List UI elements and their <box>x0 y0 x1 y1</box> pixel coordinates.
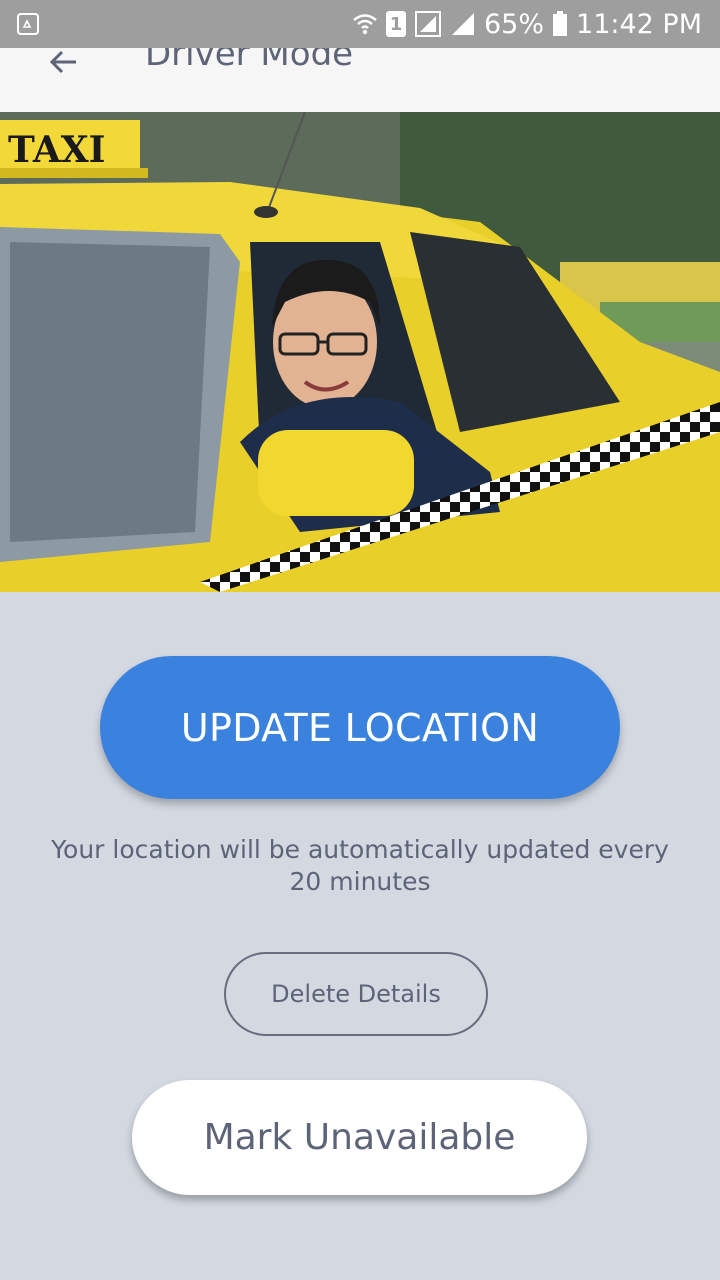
taxi-sign-text: TAXI <box>8 129 106 171</box>
battery-icon <box>552 11 568 37</box>
battery-level: 65% <box>484 8 545 40</box>
delete-details-button[interactable]: Delete Details <box>224 952 488 1036</box>
signal-icon <box>414 10 442 38</box>
mark-unavailable-button[interactable]: Mark Unavailable <box>132 1080 587 1195</box>
signal-icon <box>450 11 476 37</box>
recycle-icon <box>16 12 40 36</box>
app-bar: Driver Mode <box>0 48 720 112</box>
status-bar: 1 65% 11:42 PM <box>0 0 720 48</box>
sim-slot-badge: 1 <box>386 11 406 37</box>
clock: 11:42 PM <box>576 8 702 40</box>
wifi-icon <box>352 11 378 37</box>
hero-image: TAXI <box>0 112 720 592</box>
page-title: Driver Mode <box>145 48 354 74</box>
update-location-button[interactable]: UPDATE LOCATION <box>100 656 620 799</box>
update-hint-text: Your location will be automatically upda… <box>51 835 669 896</box>
arrow-left-icon[interactable] <box>46 48 82 80</box>
